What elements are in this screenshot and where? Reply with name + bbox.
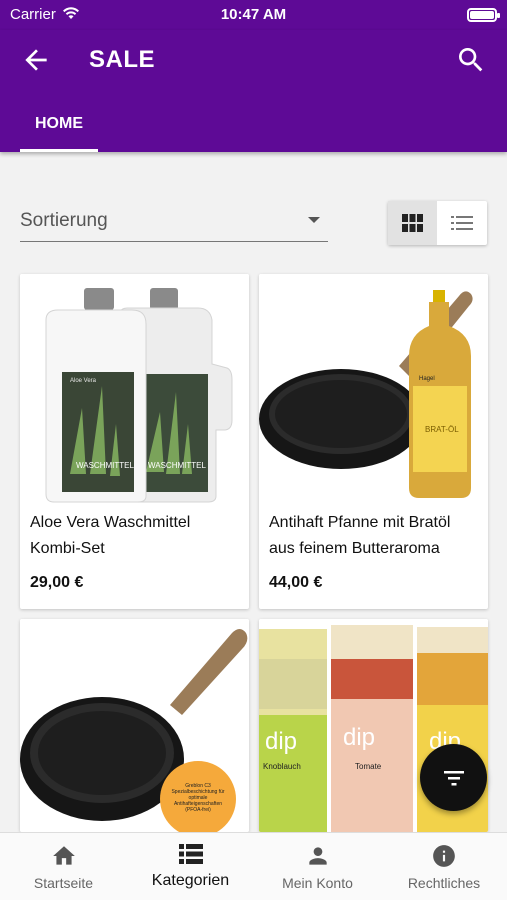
bag-dip-text: dip (265, 728, 297, 755)
tab-indicator (20, 149, 98, 152)
sort-dropdown[interactable]: Sortierung (20, 200, 328, 242)
product-name: Aloe Vera Waschmittel Kombi-Set (30, 514, 191, 557)
product-card[interactable]: Greblon C3 Spezialbeschichtung für optim… (20, 619, 249, 832)
product-image: Aloe Vera WASCHMITTEL WASCHMITTEL (20, 274, 249, 504)
product-brand-text: Hagel (419, 376, 435, 382)
sort-label: Sortierung (20, 210, 108, 231)
home-icon (52, 846, 75, 865)
product-price: 29,00 € (30, 574, 84, 591)
nav-label: Startseite (33, 875, 94, 891)
product-image: Hagel BRAT-ÖL (259, 274, 488, 504)
list-view-button[interactable] (437, 201, 487, 245)
nav-label: Rechtliches (407, 875, 481, 891)
tab-home[interactable]: HOME (20, 110, 98, 152)
grid-icon (402, 214, 423, 232)
bottom-navigation: Startseite Kategorien Mein Konto Rechtli… (0, 832, 507, 900)
battery-icon (467, 8, 500, 22)
product-label-text: WASCHMITTEL (76, 461, 134, 470)
badge-text: Greblon C3 Spezialbeschichtung für optim… (171, 783, 225, 813)
search-icon (459, 48, 483, 72)
bag-flavor-text: Knoblauch (263, 762, 301, 771)
nav-item-kategorien[interactable]: Kategorien (127, 833, 254, 900)
nav-item-rechtliches[interactable]: Rechtliches (381, 833, 507, 900)
product-card[interactable]: Aloe Vera WASCHMITTEL WASCHMITTEL Aloe V… (20, 274, 249, 609)
person-icon (308, 847, 327, 865)
product-label-text: WASCHMITTEL (148, 461, 206, 470)
bag-flavor-text: Tomate (355, 762, 382, 771)
product-brand-text: Aloe Vera (70, 378, 97, 384)
info-icon (433, 845, 455, 867)
list-icon (178, 844, 203, 864)
filter-icon (444, 771, 464, 786)
nav-label: Mein Konto (282, 875, 353, 891)
search-button[interactable] (455, 44, 487, 76)
clock: 10:47 AM (220, 6, 287, 23)
product-price: 44,00 € (269, 574, 323, 591)
nav-item-startseite[interactable]: Startseite (0, 833, 127, 900)
list-view-icon (451, 216, 473, 230)
filter-button[interactable] (420, 744, 487, 811)
back-button[interactable] (20, 44, 52, 76)
grid-view-button[interactable] (388, 201, 437, 245)
product-card[interactable]: Hagel BRAT-ÖL Antihaft Pfanne mit Bratöl… (259, 274, 488, 609)
product-name: Antihaft Pfanne mit Bratöl aus feinem Bu… (269, 514, 451, 557)
status-bar: Carrier 10:47 AM (0, 0, 507, 30)
nav-item-mein-konto[interactable]: Mein Konto (254, 833, 381, 900)
app-bar: SALE HOME (0, 30, 507, 152)
product-image: Greblon C3 Spezialbeschichtung für optim… (20, 619, 249, 832)
bag-dip-text: dip (343, 724, 375, 751)
dropdown-arrow-icon (308, 217, 320, 223)
tab-home-label: HOME (35, 115, 83, 132)
nav-label: Kategorien (151, 872, 230, 889)
arrow-left-icon (25, 49, 47, 71)
view-toggle (388, 201, 487, 245)
page-title: SALE (89, 46, 156, 73)
product-label-text: BRAT-ÖL (425, 425, 459, 434)
